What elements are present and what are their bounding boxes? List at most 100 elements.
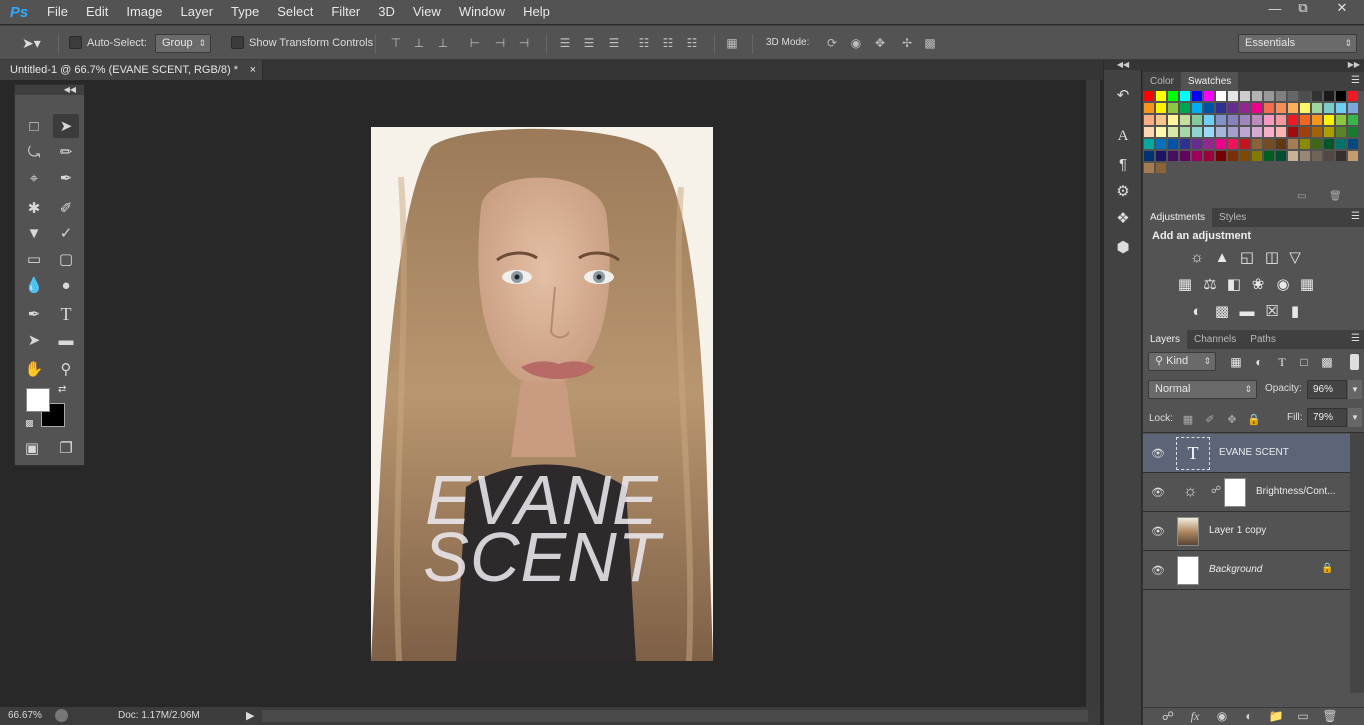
- menu-layer[interactable]: Layer: [172, 0, 223, 24]
- align-right-icon[interactable]: ⊣: [517, 36, 531, 50]
- new-adjustment-icon[interactable]: ◐: [1241, 709, 1257, 723]
- menu-file[interactable]: File: [38, 0, 77, 24]
- clone-stamp-tool-icon[interactable]: ▼: [21, 221, 47, 245]
- zoom-tool-icon[interactable]: ⚲: [53, 357, 79, 381]
- path-selection-tool-icon[interactable]: ➤: [21, 328, 47, 352]
- distribute-vcenter-icon[interactable]: ☰: [582, 36, 596, 50]
- swatch[interactable]: [1204, 91, 1214, 101]
- swatch[interactable]: [1228, 115, 1238, 125]
- swatch[interactable]: [1156, 151, 1166, 161]
- swatch[interactable]: [1192, 91, 1202, 101]
- swatch[interactable]: [1180, 127, 1190, 137]
- swatch[interactable]: [1204, 139, 1214, 149]
- filter-smart-object-icon[interactable]: ▩: [1318, 353, 1336, 371]
- collapse-tools-icon[interactable]: ◀◀: [15, 85, 84, 95]
- swatch[interactable]: [1228, 103, 1238, 113]
- layer-style-icon[interactable]: fx: [1187, 709, 1203, 723]
- quick-selection-tool-icon[interactable]: ✏: [53, 140, 79, 164]
- 3d-scale-icon[interactable]: ▩: [921, 36, 939, 50]
- distribute-hcenter-icon[interactable]: ☷: [661, 36, 675, 50]
- swatch[interactable]: [1276, 139, 1286, 149]
- curves-icon[interactable]: ◱: [1238, 248, 1256, 266]
- opacity-dropdown-icon[interactable]: ▼: [1348, 380, 1362, 399]
- restore-button[interactable]: ⧉: [1286, 0, 1320, 16]
- color-balance-icon[interactable]: ⚖: [1201, 275, 1219, 293]
- swatch[interactable]: [1216, 127, 1226, 137]
- photo-filter-icon[interactable]: ❀: [1249, 275, 1267, 293]
- dodge-tool-icon[interactable]: ●: [53, 273, 79, 297]
- delete-layer-icon[interactable]: 🗑: [1322, 709, 1338, 723]
- swatch[interactable]: [1240, 115, 1250, 125]
- auto-select-dropdown[interactable]: Group: [155, 34, 211, 53]
- black-white-icon[interactable]: ◧: [1225, 275, 1243, 293]
- vibrance-icon[interactable]: ▽: [1286, 248, 1304, 266]
- tab-layers[interactable]: Layers: [1143, 330, 1188, 349]
- tab-swatches[interactable]: Swatches: [1180, 72, 1239, 91]
- menu-window[interactable]: Window: [450, 0, 514, 24]
- swatch[interactable]: [1204, 103, 1214, 113]
- swatch[interactable]: [1348, 91, 1358, 101]
- swatch[interactable]: [1240, 127, 1250, 137]
- status-menu-arrow-icon[interactable]: ▶: [246, 709, 254, 722]
- swatch[interactable]: [1144, 91, 1154, 101]
- levels-icon[interactable]: ▲: [1213, 248, 1231, 266]
- add-mask-icon[interactable]: ◉: [1214, 709, 1230, 723]
- swatch[interactable]: [1324, 115, 1334, 125]
- fill-field[interactable]: 79%: [1307, 408, 1347, 427]
- filter-toggle[interactable]: [1350, 354, 1359, 370]
- swatch[interactable]: [1192, 151, 1202, 161]
- swatch[interactable]: [1252, 127, 1262, 137]
- swatch[interactable]: [1216, 103, 1226, 113]
- visibility-eye-icon[interactable]: 👁: [1151, 563, 1165, 577]
- lasso-tool-icon[interactable]: ⤿: [21, 140, 47, 164]
- swatch[interactable]: [1264, 115, 1274, 125]
- crop-tool-icon[interactable]: ⌖: [21, 166, 47, 190]
- swatch[interactable]: [1144, 103, 1154, 113]
- swatch[interactable]: [1168, 103, 1178, 113]
- 3d-drag-icon[interactable]: ✥: [873, 36, 887, 50]
- swatch[interactable]: [1252, 91, 1262, 101]
- swatch[interactable]: [1264, 151, 1274, 161]
- history-brush-tool-icon[interactable]: ✓: [53, 221, 79, 245]
- filter-shape-icon[interactable]: □: [1295, 353, 1313, 371]
- swatch[interactable]: [1180, 115, 1190, 125]
- swatch[interactable]: [1252, 151, 1262, 161]
- lock-image-icon[interactable]: ✐: [1201, 410, 1219, 428]
- tab-color[interactable]: Color: [1143, 72, 1181, 91]
- menu-3d[interactable]: 3D: [369, 0, 404, 24]
- lock-position-icon[interactable]: ✥: [1223, 410, 1241, 428]
- move-tool-icon[interactable]: ➤: [53, 114, 79, 138]
- visibility-eye-icon[interactable]: 👁: [1151, 524, 1165, 538]
- swatch[interactable]: [1300, 103, 1310, 113]
- layer-row[interactable]: 👁 T EVANE SCENT: [1143, 434, 1350, 473]
- 3d-slide-icon[interactable]: ✢: [898, 36, 916, 50]
- invert-icon[interactable]: ◐: [1188, 302, 1206, 320]
- pen-tool-icon[interactable]: ✒: [21, 302, 47, 326]
- panel-menu-icon[interactable]: ☰: [1351, 75, 1360, 86]
- paragraph-panel-icon[interactable]: ¶: [1112, 153, 1134, 175]
- layer-row[interactable]: 👁 Layer 1 copy: [1143, 512, 1350, 551]
- auto-select-checkbox[interactable]: [69, 36, 82, 49]
- clone-source-icon[interactable]: ❖: [1112, 207, 1134, 229]
- 3d-panel-icon[interactable]: ⬢: [1112, 236, 1134, 258]
- swatch[interactable]: [1324, 139, 1334, 149]
- swatch[interactable]: [1228, 127, 1238, 137]
- type-tool-icon[interactable]: T: [53, 302, 79, 326]
- swatch[interactable]: [1180, 103, 1190, 113]
- mask-link-icon[interactable]: ☍: [1211, 485, 1221, 496]
- swatch[interactable]: [1264, 103, 1274, 113]
- swatch[interactable]: [1204, 151, 1214, 161]
- swatch[interactable]: [1336, 151, 1346, 161]
- swatch[interactable]: [1312, 127, 1322, 137]
- screen-mode-icon[interactable]: ❐: [53, 436, 79, 460]
- tab-adjustments[interactable]: Adjustments: [1143, 208, 1213, 227]
- swatch[interactable]: [1288, 91, 1298, 101]
- swatch[interactable]: [1288, 103, 1298, 113]
- swatch[interactable]: [1300, 151, 1310, 161]
- menu-edit[interactable]: Edit: [77, 0, 117, 24]
- color-lookup-icon[interactable]: ▦: [1298, 275, 1316, 293]
- hand-tool-icon[interactable]: ✋: [21, 357, 47, 381]
- vertical-scrollbar[interactable]: [1086, 80, 1100, 707]
- brush-presets-icon[interactable]: ⚙: [1112, 180, 1134, 202]
- layer-row[interactable]: 👁 Background 🔒: [1143, 551, 1350, 590]
